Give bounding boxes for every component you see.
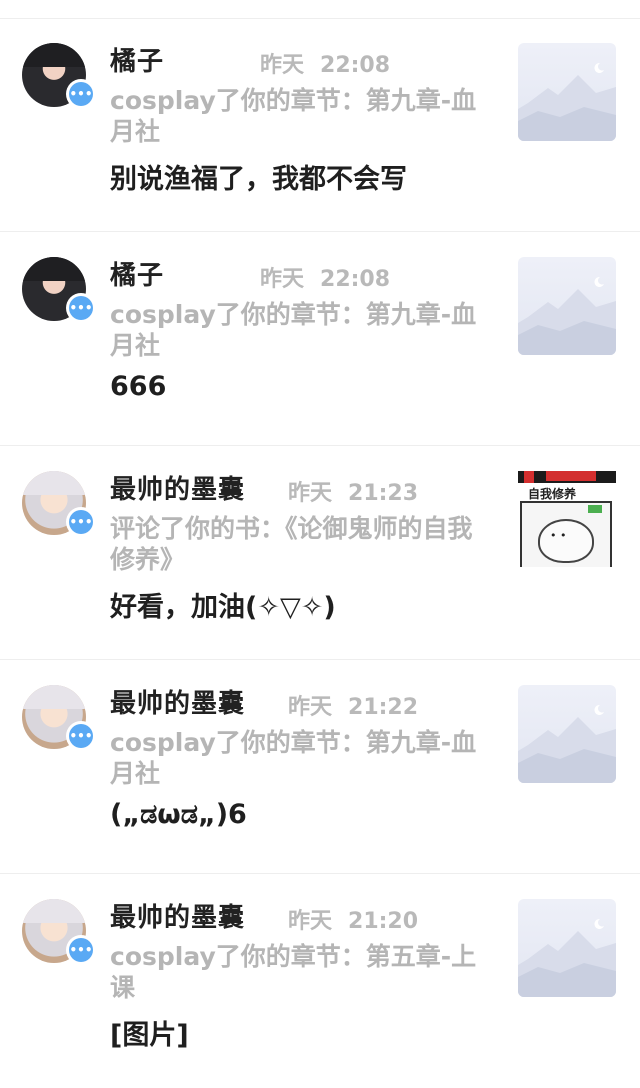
timestamp: 昨天 22:08 [260, 53, 391, 78]
mountain-placeholder-icon[interactable] [518, 43, 616, 141]
action-subtitle[interactable]: 评论了你的书：《论御鬼师的自我修养》 [110, 513, 490, 575]
comment-content: („ಡωಡ„)6 [110, 799, 247, 830]
user-name[interactable]: 最帅的墨囊 [110, 897, 245, 934]
comment-content: 别说渔福了，我都不会写 [110, 164, 407, 195]
mountain-placeholder-icon[interactable] [518, 685, 616, 783]
timestamp: 昨天 22:08 [260, 267, 391, 292]
user-name[interactable]: 橘子 [110, 255, 164, 292]
timestamp: 昨天 21:23 [288, 481, 419, 506]
comment-content: [图片] [110, 1020, 189, 1051]
chat-bubble-icon: ••• [66, 79, 96, 109]
user-name[interactable]: 最帅的墨囊 [110, 469, 245, 506]
mountain-placeholder-icon[interactable] [518, 257, 616, 355]
action-subtitle[interactable]: cosplay了你的章节：第五章-上课 [110, 941, 490, 1003]
notification-item[interactable]: ••• 橘子 昨天 22:08 cosplay了你的章节：第九章-血月社 别说渔福… [0, 19, 640, 232]
timestamp: 昨天 21:22 [288, 695, 419, 720]
chat-bubble-icon: ••• [66, 293, 96, 323]
user-name[interactable]: 橘子 [110, 41, 164, 78]
user-name[interactable]: 最帅的墨囊 [110, 683, 245, 720]
chat-bubble-icon: ••• [66, 507, 96, 537]
comment-content: 666 [110, 371, 167, 402]
chat-bubble-icon: ••• [66, 935, 96, 965]
action-subtitle[interactable]: cosplay了你的章节：第九章-血月社 [110, 299, 490, 361]
notification-item[interactable]: ••• 橘子 昨天 22:08 cosplay了你的章节：第九章-血月社 666 [0, 233, 640, 446]
book-cover-photo[interactable]: 自我修养 [518, 471, 616, 569]
timestamp: 昨天 21:20 [288, 909, 419, 934]
notification-item[interactable]: ••• 最帅的墨囊 昨天 21:20 cosplay了你的章节：第五章-上课 [图… [0, 875, 640, 1088]
chat-bubble-icon: ••• [66, 721, 96, 751]
notification-item[interactable]: ••• 最帅的墨囊 昨天 21:22 cosplay了你的章节：第九章-血月社 (… [0, 661, 640, 874]
action-subtitle[interactable]: cosplay了你的章节：第九章-血月社 [110, 727, 490, 789]
action-subtitle[interactable]: cosplay了你的章节：第九章-血月社 [110, 85, 490, 147]
comment-content: 好看，加油(✧▽✧) [110, 592, 336, 623]
mountain-placeholder-icon[interactable] [518, 899, 616, 997]
notification-item[interactable]: ••• 最帅的墨囊 昨天 21:23 评论了你的书：《论御鬼师的自我修养》 好看，… [0, 447, 640, 660]
